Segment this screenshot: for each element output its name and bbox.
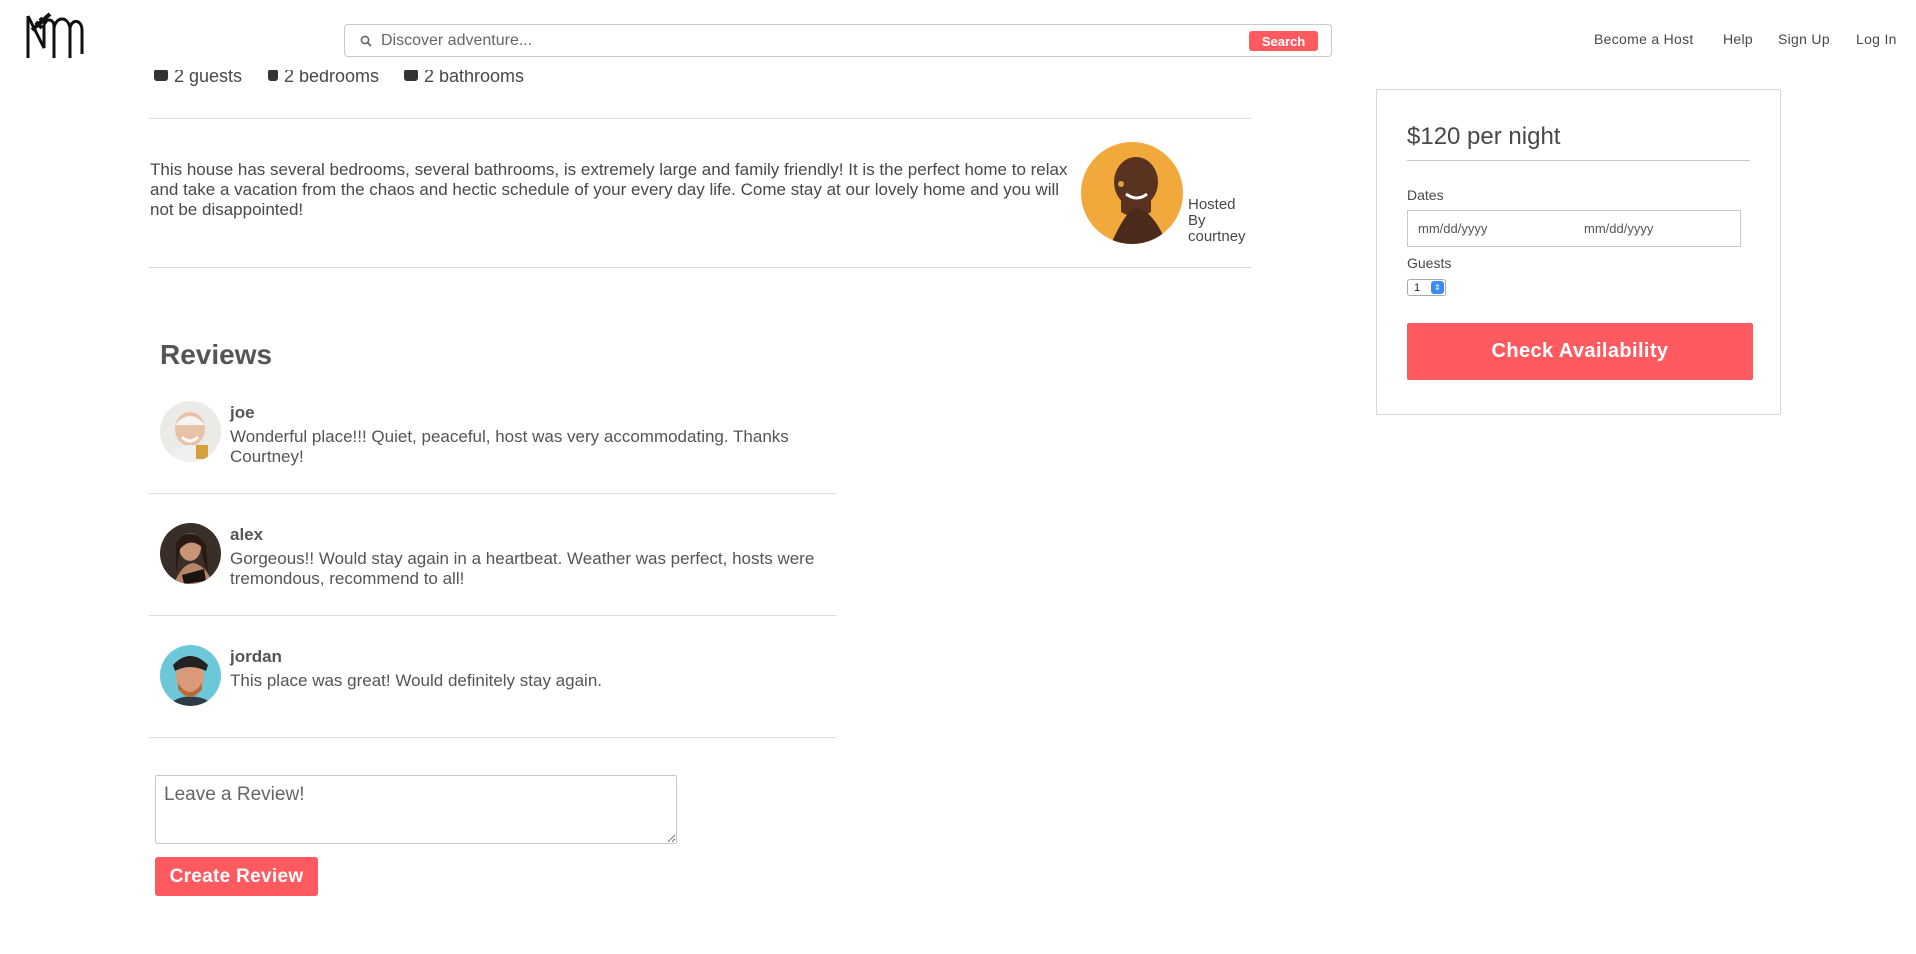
bedroom-icon: [268, 70, 278, 81]
search-button[interactable]: Search: [1249, 31, 1318, 51]
reviews-title: Reviews: [160, 339, 273, 370]
review-author: joe: [230, 403, 255, 422]
stat-bedrooms: 2 bedrooms: [268, 66, 380, 87]
nav-sign-up[interactable]: Sign Up: [1778, 31, 1830, 47]
review-body: This place was great! Would definitely s…: [230, 671, 602, 690]
divider: [149, 615, 837, 616]
check-availability-button[interactable]: Check Availability: [1407, 323, 1753, 380]
divider: [1407, 160, 1750, 161]
create-review-button[interactable]: Create Review: [155, 857, 318, 896]
reviewer-photo: [160, 645, 221, 706]
divider: [149, 737, 837, 738]
guests-select[interactable]: 1 ⇕: [1407, 279, 1446, 296]
host-label-line2: By: [1188, 212, 1206, 229]
dates-field: mm/dd/yyyy mm/dd/yyyy: [1407, 210, 1741, 247]
chevron-updown-icon: ⇕: [1431, 281, 1444, 294]
search-input[interactable]: [381, 29, 1261, 53]
reviewer-avatar[interactable]: [160, 523, 221, 584]
host-avatar[interactable]: [1081, 142, 1183, 244]
divider: [149, 118, 1251, 119]
review-body: Gorgeous!! Would stay again in a heartbe…: [230, 549, 815, 588]
guests-label: Guests: [1407, 255, 1452, 271]
stat-bathrooms: 2 bathrooms: [404, 66, 525, 87]
divider: [149, 267, 1251, 268]
review-textarea[interactable]: [155, 775, 677, 844]
host-name[interactable]: courtney: [1188, 229, 1246, 245]
listing-description: This house has several bedrooms, several…: [150, 160, 1068, 219]
dates-label: Dates: [1407, 187, 1444, 203]
nightly-price: $120 per night: [1407, 123, 1561, 150]
nav-log-in[interactable]: Log In: [1856, 31, 1897, 47]
stat-bedrooms-label: 2 bedrooms: [284, 66, 380, 86]
reviewer-avatar[interactable]: [160, 645, 221, 706]
host-label-line1: Hosted: [1188, 196, 1236, 213]
stat-bathrooms-label: 2 bathrooms: [424, 66, 525, 86]
nav-become-host[interactable]: Become a Host: [1594, 31, 1694, 47]
checkin-date-input[interactable]: mm/dd/yyyy: [1418, 221, 1487, 236]
reviewer-avatar[interactable]: [160, 401, 221, 462]
reviewer-photo: [160, 523, 221, 584]
host-photo: [1081, 142, 1183, 244]
host-label: Hosted By courtney: [1188, 197, 1246, 245]
logo-icon[interactable]: [24, 8, 84, 62]
nav-help[interactable]: Help: [1723, 31, 1753, 47]
search-bar[interactable]: Search: [344, 24, 1332, 57]
review-author: alex: [230, 525, 264, 544]
review-author: jordan: [230, 647, 282, 666]
reviewer-photo: [160, 401, 221, 462]
booking-panel: $120 per night Dates mm/dd/yyyy mm/dd/yy…: [1376, 89, 1781, 415]
search-icon: [360, 35, 372, 47]
bathroom-icon: [404, 70, 418, 81]
checkout-date-input[interactable]: mm/dd/yyyy: [1584, 221, 1653, 236]
divider: [149, 493, 837, 494]
review-body: Wonderful place!!! Quiet, peaceful, host…: [230, 427, 789, 466]
guests-select-value: 1: [1414, 282, 1421, 294]
stat-guests-label: 2 guests: [174, 66, 243, 86]
stat-guests: 2 guests: [154, 66, 243, 87]
guests-icon: [154, 70, 168, 81]
